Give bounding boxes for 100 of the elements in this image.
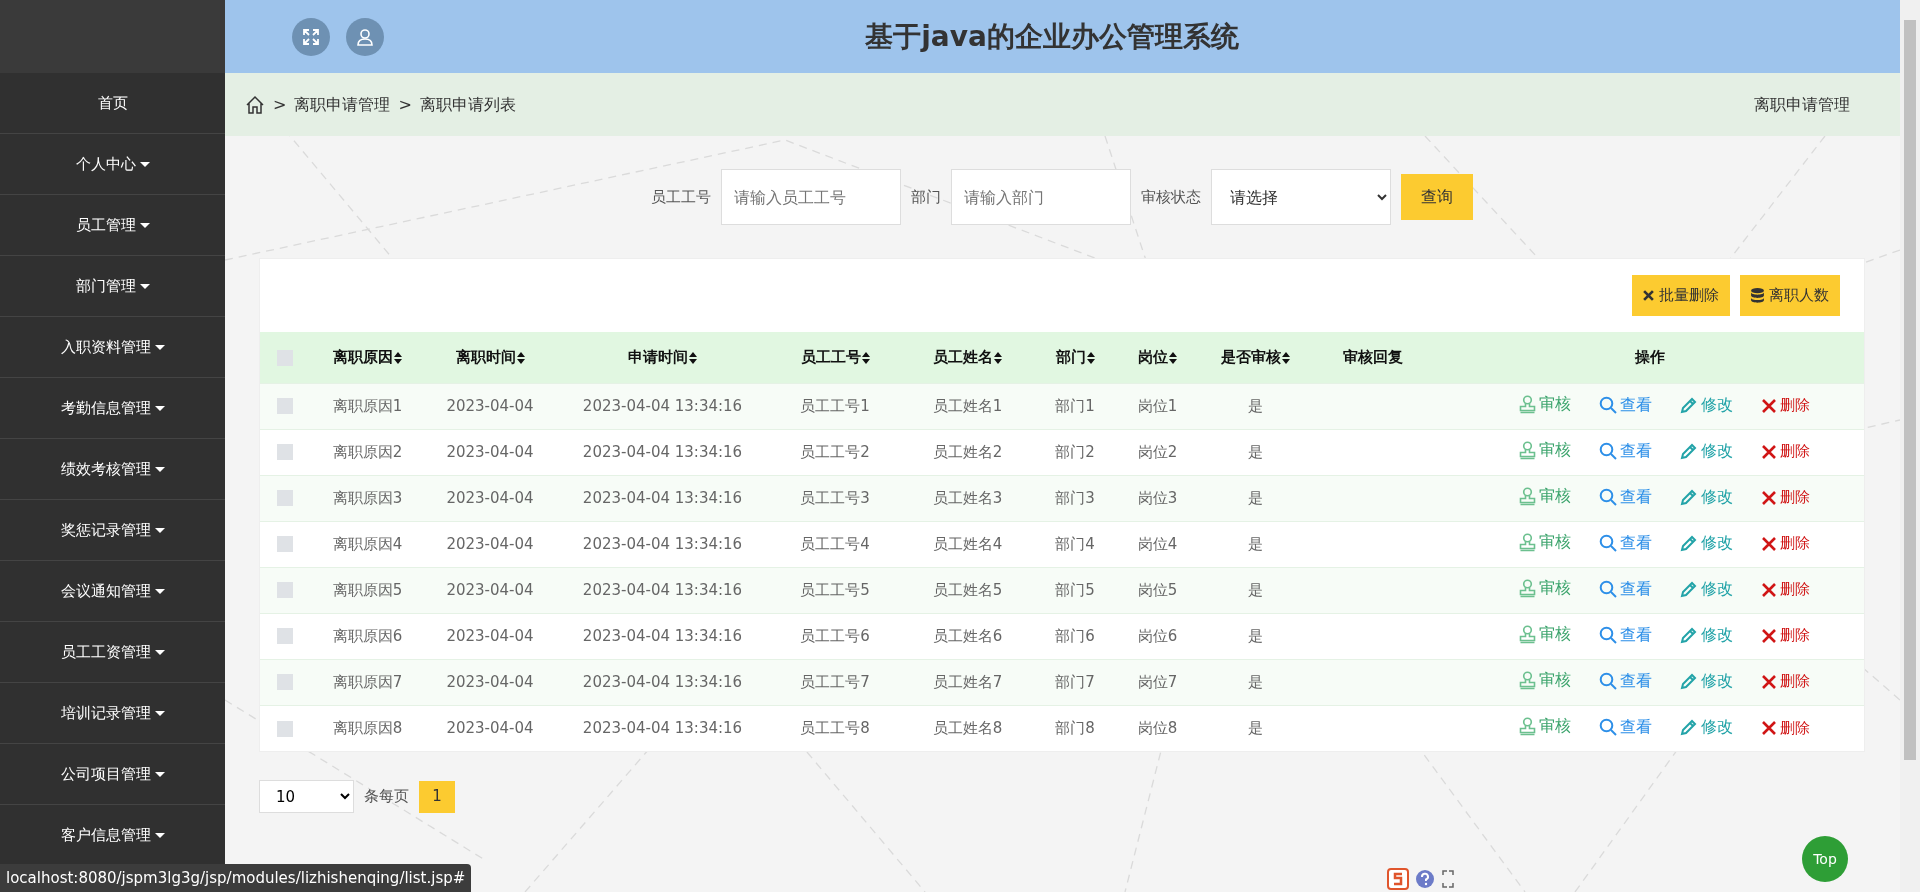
delete-link[interactable]: 删除 bbox=[1761, 440, 1810, 463]
sort-icon[interactable] bbox=[994, 351, 1002, 364]
sidebar-item[interactable]: 入职资料管理 bbox=[0, 317, 225, 378]
table-cell: 岗位6 bbox=[1137, 626, 1178, 645]
delete-link[interactable]: 删除 bbox=[1761, 394, 1810, 417]
view-link[interactable]: 查看 bbox=[1599, 438, 1652, 463]
search-field[interactable]: 请输入部门 bbox=[951, 169, 1131, 225]
edit-link[interactable]: 修改 bbox=[1680, 714, 1733, 739]
table-cell: 是 bbox=[1247, 719, 1263, 737]
row-checkbox[interactable] bbox=[277, 628, 293, 645]
column-header[interactable]: 员工姓名 bbox=[933, 348, 993, 366]
audit-link[interactable]: 审核 bbox=[1519, 668, 1571, 692]
sort-icon[interactable] bbox=[1086, 351, 1095, 364]
sort-icon[interactable] bbox=[1169, 351, 1177, 364]
sort-icon[interactable] bbox=[689, 351, 697, 364]
page-size-select[interactable]: 10 bbox=[259, 780, 354, 813]
column-header[interactable]: 部门 bbox=[1055, 348, 1086, 366]
row-checkbox[interactable] bbox=[277, 398, 293, 415]
sidebar-item[interactable]: 考勤信息管理 bbox=[0, 378, 225, 439]
sort-icon[interactable] bbox=[1281, 351, 1290, 364]
audit-link[interactable]: 审核 bbox=[1519, 392, 1571, 416]
sidebar-item[interactable]: 培训记录管理 bbox=[0, 683, 225, 744]
edit-link[interactable]: 修改 bbox=[1680, 392, 1733, 417]
delete-link[interactable]: 删除 bbox=[1761, 670, 1810, 693]
sort-icon[interactable] bbox=[394, 351, 402, 364]
table-cell: 员工工号3 bbox=[800, 488, 870, 507]
stats-button[interactable]: 离职人数 bbox=[1740, 275, 1840, 316]
breadcrumb-link[interactable]: 离职申请列表 bbox=[419, 92, 516, 117]
extension-icon[interactable] bbox=[1387, 868, 1409, 890]
table-cell: 员工姓名4 bbox=[932, 534, 1003, 553]
home-icon[interactable] bbox=[245, 94, 265, 115]
sort-icon[interactable] bbox=[516, 351, 525, 364]
search-icon bbox=[1599, 579, 1617, 598]
status-select[interactable]: 请选择 bbox=[1211, 169, 1391, 225]
delete-link[interactable]: 删除 bbox=[1761, 486, 1810, 509]
delete-link[interactable]: 删除 bbox=[1761, 716, 1810, 739]
table-cell: 2023-04-04 bbox=[446, 488, 534, 507]
table-cell: 员工姓名7 bbox=[932, 672, 1003, 691]
audit-link[interactable]: 审核 bbox=[1519, 484, 1571, 508]
audit-link[interactable]: 审核 bbox=[1519, 714, 1571, 739]
edit-link[interactable]: 修改 bbox=[1680, 438, 1733, 463]
pencil-icon bbox=[1680, 671, 1698, 690]
edit-link[interactable]: 修改 bbox=[1680, 484, 1733, 509]
row-checkbox[interactable] bbox=[277, 536, 293, 553]
column-header[interactable]: 岗位 bbox=[1138, 348, 1168, 366]
sidebar-item[interactable]: 员工管理 bbox=[0, 195, 225, 256]
view-link[interactable]: 查看 bbox=[1599, 668, 1652, 693]
sidebar-item[interactable]: 部门管理 bbox=[0, 256, 225, 317]
column-header[interactable]: 离职原因 bbox=[333, 348, 393, 366]
edit-link[interactable]: 修改 bbox=[1680, 576, 1733, 601]
table-cell: 2023-04-04 13:34:16 bbox=[582, 488, 743, 507]
delete-link[interactable]: 删除 bbox=[1761, 624, 1810, 647]
view-link[interactable]: 查看 bbox=[1599, 530, 1652, 555]
user-icon[interactable] bbox=[346, 17, 384, 56]
view-link[interactable]: 查看 bbox=[1599, 622, 1652, 647]
view-link[interactable]: 查看 bbox=[1599, 392, 1652, 417]
row-checkbox[interactable] bbox=[277, 444, 293, 461]
breadcrumb-link[interactable]: 离职申请管理 bbox=[294, 92, 391, 117]
search-button[interactable]: 查询 bbox=[1401, 174, 1473, 220]
sidebar-item[interactable]: 会议通知管理 bbox=[0, 561, 225, 622]
delete-link[interactable]: 删除 bbox=[1761, 578, 1810, 601]
fullscreen-icon[interactable] bbox=[292, 17, 330, 56]
delete-link[interactable]: 删除 bbox=[1761, 532, 1810, 555]
view-link[interactable]: 查看 bbox=[1599, 714, 1652, 739]
edit-link[interactable]: 修改 bbox=[1680, 530, 1733, 555]
search-field[interactable]: 请输入员工工号 bbox=[721, 169, 901, 225]
sort-icon[interactable] bbox=[861, 351, 870, 364]
view-link[interactable]: 查看 bbox=[1599, 576, 1652, 601]
status-bar-url: localhost:8080/jspm3lg3g/jsp/modules/lizhishenqing/list.jsp# bbox=[0, 863, 472, 892]
audit-link[interactable]: 审核 bbox=[1519, 622, 1571, 646]
view-link[interactable]: 查看 bbox=[1599, 484, 1652, 509]
audit-link[interactable]: 审核 bbox=[1519, 438, 1571, 462]
row-checkbox[interactable] bbox=[277, 582, 293, 599]
column-header[interactable]: 是否审核 bbox=[1220, 348, 1281, 366]
edit-link[interactable]: 修改 bbox=[1680, 668, 1733, 693]
field-label: 审核状态 bbox=[1141, 186, 1201, 208]
stamp-icon bbox=[1519, 624, 1536, 644]
table-cell: 2023-04-04 13:34:16 bbox=[582, 626, 743, 645]
scrollbar-thumb[interactable] bbox=[1904, 20, 1916, 760]
column-header[interactable]: 离职时间 bbox=[455, 348, 516, 366]
column-header[interactable]: 员工工号 bbox=[800, 348, 861, 366]
row-checkbox[interactable] bbox=[277, 674, 293, 691]
edit-link[interactable]: 修改 bbox=[1680, 622, 1733, 647]
sidebar-item[interactable]: 员工工资管理 bbox=[0, 622, 225, 683]
audit-link[interactable]: 审核 bbox=[1519, 576, 1571, 600]
sidebar-item[interactable]: 公司项目管理 bbox=[0, 744, 225, 805]
sidebar-item[interactable]: 奖惩记录管理 bbox=[0, 500, 225, 561]
page-number[interactable]: 1 bbox=[419, 780, 455, 813]
column-header[interactable]: 申请时间 bbox=[628, 348, 688, 366]
row-checkbox[interactable] bbox=[277, 490, 293, 507]
audit-link[interactable]: 审核 bbox=[1519, 530, 1571, 554]
expand-icon[interactable] bbox=[1441, 869, 1455, 889]
row-checkbox[interactable] bbox=[277, 720, 293, 737]
batch-delete-button[interactable]: 批量删除 bbox=[1632, 275, 1730, 316]
sidebar-item[interactable]: 绩效考核管理 bbox=[0, 439, 225, 500]
table-cell: 员工工号6 bbox=[800, 626, 870, 645]
back-to-top-button[interactable]: Top bbox=[1802, 836, 1848, 882]
page-size-label: 条每页 bbox=[364, 786, 409, 808]
sidebar-item[interactable]: 个人中心 bbox=[0, 134, 225, 195]
help-icon[interactable] bbox=[1415, 869, 1435, 889]
